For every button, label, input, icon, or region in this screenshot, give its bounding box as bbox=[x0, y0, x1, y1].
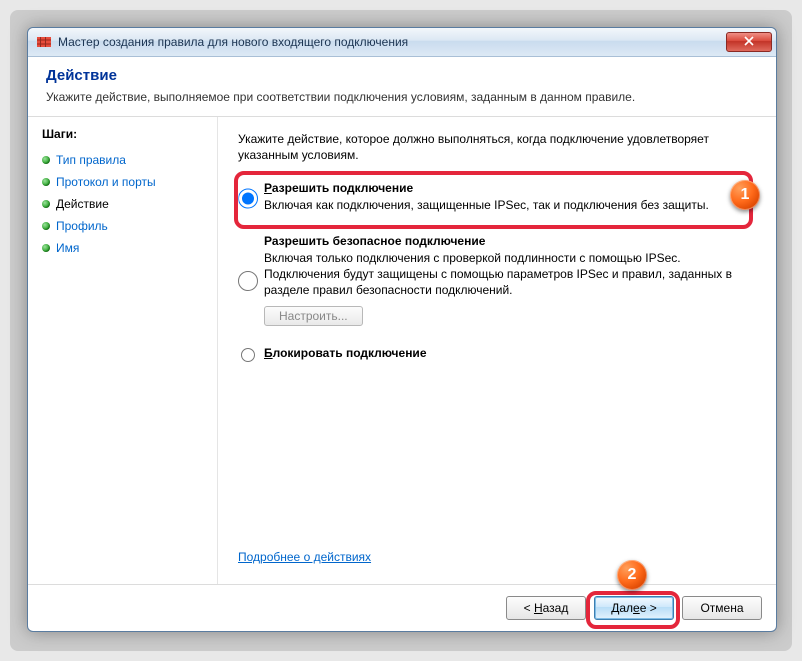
option-block[interactable]: Блокировать подключение bbox=[238, 346, 752, 362]
radio-allow-secure[interactable] bbox=[238, 236, 258, 327]
step-rule-type[interactable]: Тип правила bbox=[42, 149, 217, 171]
close-button[interactable] bbox=[726, 32, 772, 52]
page-title: Действие bbox=[46, 67, 758, 84]
content: Укажите действие, которое должно выполня… bbox=[218, 117, 776, 584]
window-title: Мастер создания правила для нового входя… bbox=[58, 35, 726, 49]
next-button[interactable]: Далее > bbox=[594, 596, 674, 620]
titlebar: Мастер создания правила для нового входя… bbox=[28, 28, 776, 57]
bullet-icon bbox=[42, 200, 50, 208]
step-profile[interactable]: Профиль bbox=[42, 215, 217, 237]
configure-button: Настроить... bbox=[264, 306, 363, 326]
bullet-icon bbox=[42, 244, 50, 252]
footer: < Назад Далее > Отмена bbox=[28, 584, 776, 631]
option-allow-secure[interactable]: Разрешить безопасное подключение Включая… bbox=[238, 234, 752, 327]
option-desc: Включая как подключения, защищенные IPSe… bbox=[264, 197, 752, 213]
bullet-icon bbox=[42, 156, 50, 164]
step-label: Протокол и порты bbox=[56, 175, 156, 189]
step-action[interactable]: Действие bbox=[42, 193, 217, 215]
page-subtitle: Укажите действие, выполняемое при соотве… bbox=[46, 90, 758, 104]
step-label: Действие bbox=[56, 197, 109, 211]
radio-allow[interactable] bbox=[238, 183, 258, 213]
step-label: Тип правила bbox=[56, 153, 126, 167]
step-name[interactable]: Имя bbox=[42, 237, 217, 259]
bullet-icon bbox=[42, 222, 50, 230]
close-icon bbox=[744, 35, 754, 49]
option-title: Разрешить безопасное подключение bbox=[264, 234, 752, 248]
cancel-button[interactable]: Отмена bbox=[682, 596, 762, 620]
back-button[interactable]: < Назад bbox=[506, 596, 586, 620]
header: Действие Укажите действие, выполняемое п… bbox=[28, 57, 776, 117]
option-title: Разрешить подключение bbox=[264, 181, 752, 195]
option-title: Блокировать подключение bbox=[264, 346, 752, 360]
option-allow[interactable]: Разрешить подключение Включая как подклю… bbox=[238, 181, 752, 213]
option-desc: Включая только подключения с проверкой п… bbox=[264, 250, 752, 299]
sidebar: Шаги: Тип правила Протокол и порты Дейст… bbox=[28, 117, 218, 584]
step-label: Имя bbox=[56, 241, 79, 255]
firewall-icon bbox=[36, 34, 52, 50]
learn-more-link[interactable]: Подробнее о действиях bbox=[238, 550, 752, 564]
step-protocol-ports[interactable]: Протокол и порты bbox=[42, 171, 217, 193]
content-description: Укажите действие, которое должно выполня… bbox=[238, 131, 752, 163]
steps-heading: Шаги: bbox=[42, 127, 217, 141]
bullet-icon bbox=[42, 178, 50, 186]
step-label: Профиль bbox=[56, 219, 108, 233]
radio-block[interactable] bbox=[238, 348, 258, 362]
wizard-window: Мастер создания правила для нового входя… bbox=[27, 27, 777, 632]
